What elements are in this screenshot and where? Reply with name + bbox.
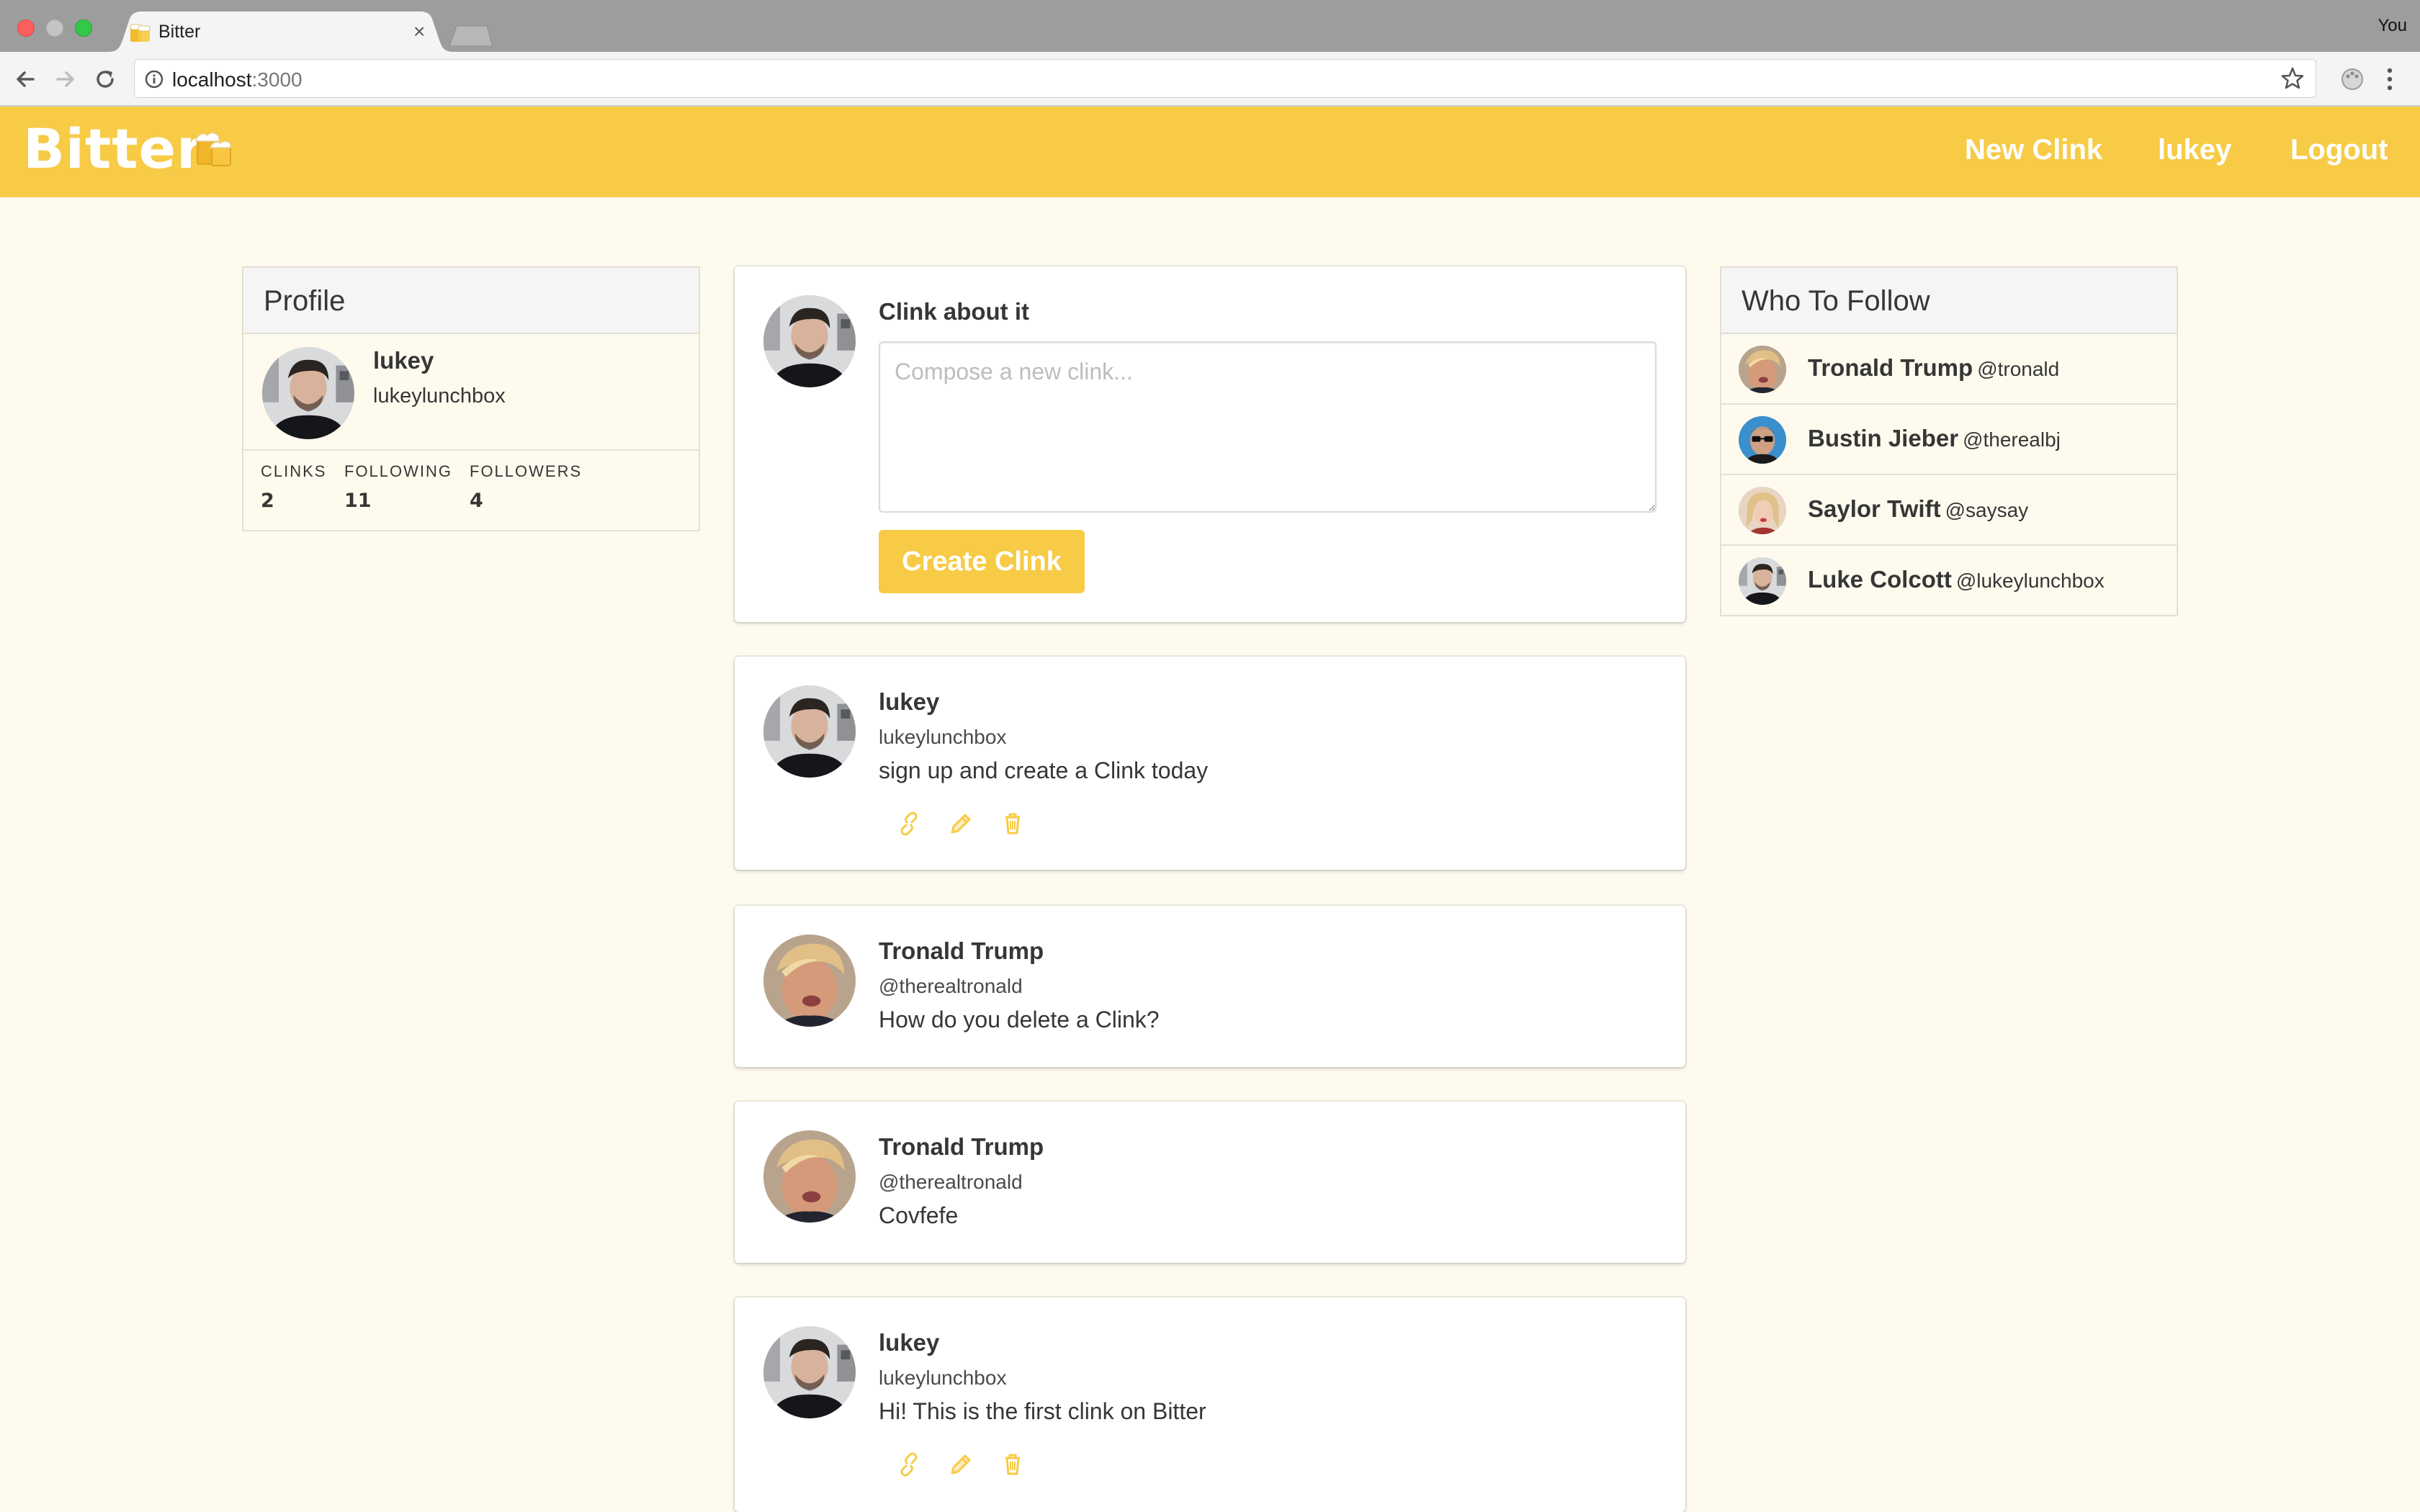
pencil-icon[interactable] <box>948 1452 974 1477</box>
browser-titlebar: Bitter × You <box>0 0 2420 52</box>
minimize-window-button[interactable] <box>46 19 63 37</box>
compose-textarea[interactable] <box>879 341 1657 513</box>
post-author-name[interactable]: Tronald Trump <box>879 937 1044 965</box>
follow-handle: @lukeylunchbox <box>1955 570 2105 592</box>
url-port: :3000 <box>251 68 302 91</box>
compose-avatar <box>763 295 856 387</box>
follow-suggestion[interactable]: Saylor Twift @saysay <box>1721 475 2177 546</box>
extension-palette-icon[interactable] <box>2339 66 2365 92</box>
address-bar[interactable]: localhost:3000 <box>134 59 2316 98</box>
url-host: localhost <box>172 68 252 91</box>
follow-handle: @tronald <box>1977 358 2060 380</box>
post-author-handle: @therealtronald <box>879 975 1023 997</box>
who-to-follow-heading: Who To Follow <box>1721 268 2177 334</box>
post-author-name[interactable]: lukey <box>879 688 939 716</box>
trash-icon[interactable] <box>1000 811 1026 837</box>
stat-value: 2 <box>261 490 274 512</box>
maximize-window-button[interactable] <box>75 19 92 37</box>
link-icon[interactable] <box>896 1452 922 1477</box>
beer-mugs-icon <box>195 132 231 166</box>
stat-value: 4 <box>470 490 483 512</box>
post-author-handle: @therealtronald <box>879 1171 1023 1193</box>
follow-user[interactable]: Luke Colcott @lukeylunchbox <box>1808 566 2105 593</box>
post-author-name[interactable]: Tronald Trump <box>879 1133 1044 1161</box>
stat-following[interactable]: FOLLOWING 11 <box>344 462 452 512</box>
nav-profile-link[interactable]: lukey <box>2158 134 2231 166</box>
post-actions <box>896 1452 1026 1477</box>
compose-card: Clink about it Create Clink <box>735 266 1685 622</box>
clink-card: lukey lukeylunchbox Hi! This is the firs… <box>735 1297 1685 1512</box>
beer-icon <box>130 24 151 42</box>
profile-heading: Profile <box>243 268 699 334</box>
follow-handle: @therealbj <box>1963 428 2061 451</box>
link-icon[interactable] <box>896 811 922 837</box>
forward-icon[interactable] <box>50 65 79 94</box>
nav-new-clink-link[interactable]: New Clink <box>1965 134 2102 166</box>
pencil-icon[interactable] <box>948 811 974 837</box>
follow-avatar <box>1739 416 1786 464</box>
compose-label: Clink about it <box>879 298 1029 325</box>
follow-name: Luke Colcott <box>1808 566 1952 593</box>
profile-divider <box>243 449 699 451</box>
bookmark-star-icon[interactable] <box>2280 66 2305 91</box>
post-text: Hi! This is the first clink on Bitter <box>879 1398 1206 1424</box>
tab-close-icon[interactable]: × <box>413 20 425 43</box>
stat-label: CLINKS <box>261 462 327 480</box>
follow-name: Bustin Jieber <box>1808 425 1959 451</box>
profile-panel: Profile lukey lukeylunchbox CLINKS 2 FOL… <box>242 266 700 531</box>
stat-label: FOLLOWING <box>344 462 453 480</box>
who-to-follow-panel: Who To Follow Tronald Trump @tronald Bust… <box>1720 266 2178 616</box>
stat-clinks[interactable]: CLINKS 2 <box>261 462 326 512</box>
post-author-handle: lukeylunchbox <box>879 1367 1007 1389</box>
stat-label: FOLLOWERS <box>470 462 583 480</box>
trash-icon[interactable] <box>1000 1452 1026 1477</box>
post-avatar[interactable] <box>763 1326 856 1418</box>
app-navbar: Bitter New Clink lukey Logout <box>0 107 2420 197</box>
post-author-handle: lukeylunchbox <box>879 726 1007 748</box>
post-actions <box>896 811 1026 837</box>
profile-avatar[interactable] <box>262 347 354 439</box>
post-text: Covfefe <box>879 1202 959 1228</box>
create-clink-button[interactable]: Create Clink <box>879 530 1085 593</box>
follow-user[interactable]: Bustin Jieber @therealbj <box>1808 425 2061 452</box>
follow-name: Tronald Trump <box>1808 354 1973 381</box>
clink-card: Tronald Trump @therealtronald How do you… <box>735 906 1685 1067</box>
follow-name: Saylor Twift <box>1808 495 1941 522</box>
info-icon[interactable] <box>145 70 163 89</box>
post-text: How do you delete a Clink? <box>879 1007 1160 1032</box>
follow-user[interactable]: Saylor Twift @saysay <box>1808 495 2028 523</box>
url-text: localhost:3000 <box>172 68 302 91</box>
post-avatar[interactable] <box>763 1130 856 1223</box>
back-icon[interactable] <box>12 65 40 94</box>
clink-card: lukey lukeylunchbox sign up and create a… <box>735 657 1685 870</box>
post-text: sign up and create a Clink today <box>879 757 1209 783</box>
profile-handle: lukeylunchbox <box>373 384 506 408</box>
clink-card: Tronald Trump @therealtronald Covfefe <box>735 1102 1685 1263</box>
follow-suggestion[interactable]: Bustin Jieber @therealbj <box>1721 405 2177 475</box>
follow-avatar <box>1739 557 1786 605</box>
follow-user[interactable]: Tronald Trump @tronald <box>1808 354 2059 382</box>
stat-value: 11 <box>344 490 372 512</box>
post-author-name[interactable]: lukey <box>879 1329 939 1356</box>
brand-logo[interactable]: Bitter <box>23 117 205 181</box>
follow-suggestion[interactable]: Luke Colcott @lukeylunchbox <box>1721 546 2177 616</box>
post-avatar[interactable] <box>763 685 856 778</box>
tab-title: Bitter <box>158 22 201 42</box>
browser-toolbar: localhost:3000 <box>0 52 2420 107</box>
follow-avatar <box>1739 487 1786 534</box>
post-avatar[interactable] <box>763 935 856 1027</box>
follow-handle: @saysay <box>1945 499 2029 521</box>
new-tab-button[interactable] <box>447 24 493 46</box>
stat-followers[interactable]: FOLLOWERS 4 <box>470 462 582 512</box>
profile-name[interactable]: lukey <box>373 347 434 374</box>
browser-profile-label[interactable]: You <box>2378 16 2408 36</box>
follow-avatar <box>1739 346 1786 393</box>
follow-suggestion[interactable]: Tronald Trump @tronald <box>1721 334 2177 405</box>
nav-logout-link[interactable]: Logout <box>2290 134 2388 166</box>
browser-menu-icon[interactable] <box>2383 65 2397 94</box>
reload-icon[interactable] <box>91 65 120 94</box>
close-window-button[interactable] <box>17 19 35 37</box>
